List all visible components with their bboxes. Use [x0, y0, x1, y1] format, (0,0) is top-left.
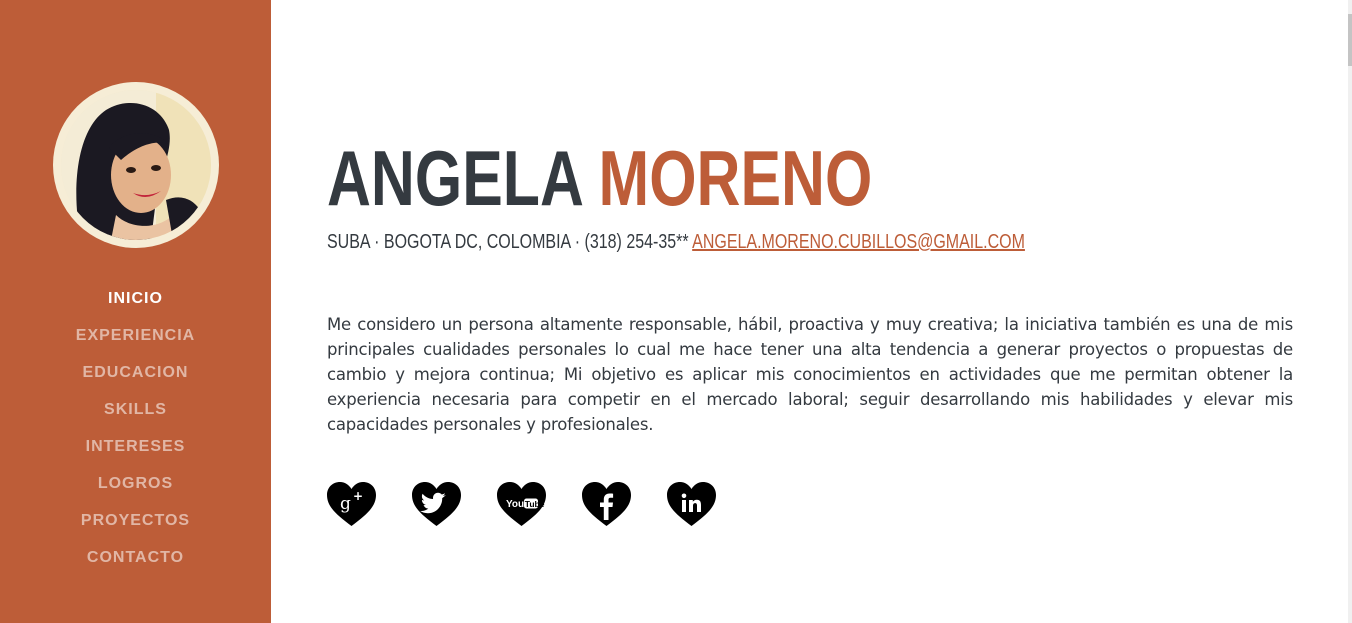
nav-link-contacto[interactable]: CONTACTO	[87, 549, 184, 566]
linkedin-icon[interactable]	[667, 482, 716, 528]
about-text: Me considero un persona altamente respon…	[327, 315, 1293, 434]
svg-text:g: g	[340, 494, 351, 514]
google-plus-icon[interactable]: g +	[327, 482, 376, 528]
nav-link-skills[interactable]: SKILLS	[104, 401, 167, 418]
facebook-icon[interactable]	[582, 482, 631, 528]
sidebar-nav: INICIO EXPERIENCIA EDUCACION SKILLS INTE…	[0, 279, 271, 575]
nav-link-intereses[interactable]: INTERESES	[86, 438, 186, 455]
vertical-scrollbar[interactable]	[1348, 0, 1352, 623]
nav-item-educacion: EDUCACION	[0, 353, 271, 390]
nav-link-logros[interactable]: LOGROS	[98, 475, 173, 492]
youtube-icon[interactable]: You Tube	[497, 482, 546, 528]
nav-item-proyectos: PROYECTOS	[0, 501, 271, 538]
profile-avatar	[53, 82, 219, 248]
profile-photo	[61, 90, 211, 240]
nav-link-educacion[interactable]: EDUCACION	[83, 364, 189, 381]
nav-item-contacto: CONTACTO	[0, 538, 271, 575]
svg-text:+: +	[353, 489, 363, 503]
svg-text:Tube: Tube	[525, 499, 545, 509]
nav-item-experiencia: EXPERIENCIA	[0, 316, 271, 353]
sidebar: INICIO EXPERIENCIA EDUCACION SKILLS INTE…	[0, 0, 271, 623]
nav-item-intereses: INTERESES	[0, 427, 271, 464]
contact-subheading: SUBA · BOGOTA DC, COLOMBIA · (318) 254-3…	[327, 228, 1025, 256]
page-title: ANGELA MORENO	[327, 128, 872, 228]
page: INICIO EXPERIENCIA EDUCACION SKILLS INTE…	[0, 0, 1352, 623]
nav-link-proyectos[interactable]: PROYECTOS	[81, 512, 190, 529]
last-name: MORENO	[598, 134, 873, 222]
email-link[interactable]: ANGELA.MORENO.CUBILLOS@GMAIL.COM	[692, 231, 1025, 253]
address-text: SUBA · BOGOTA DC, COLOMBIA · (318) 254-3…	[327, 231, 689, 253]
twitter-icon[interactable]	[412, 482, 461, 528]
nav-link-experiencia[interactable]: EXPERIENCIA	[76, 327, 195, 344]
nav-item-logros: LOGROS	[0, 464, 271, 501]
first-name: ANGELA	[327, 134, 582, 222]
social-icons: g + You Tube	[327, 482, 716, 528]
svg-text:You: You	[506, 499, 524, 510]
nav-item-inicio: INICIO	[0, 279, 271, 316]
nav-link-inicio[interactable]: INICIO	[108, 290, 163, 307]
nav-item-skills: SKILLS	[0, 390, 271, 427]
scrollbar-thumb[interactable]	[1348, 14, 1352, 66]
